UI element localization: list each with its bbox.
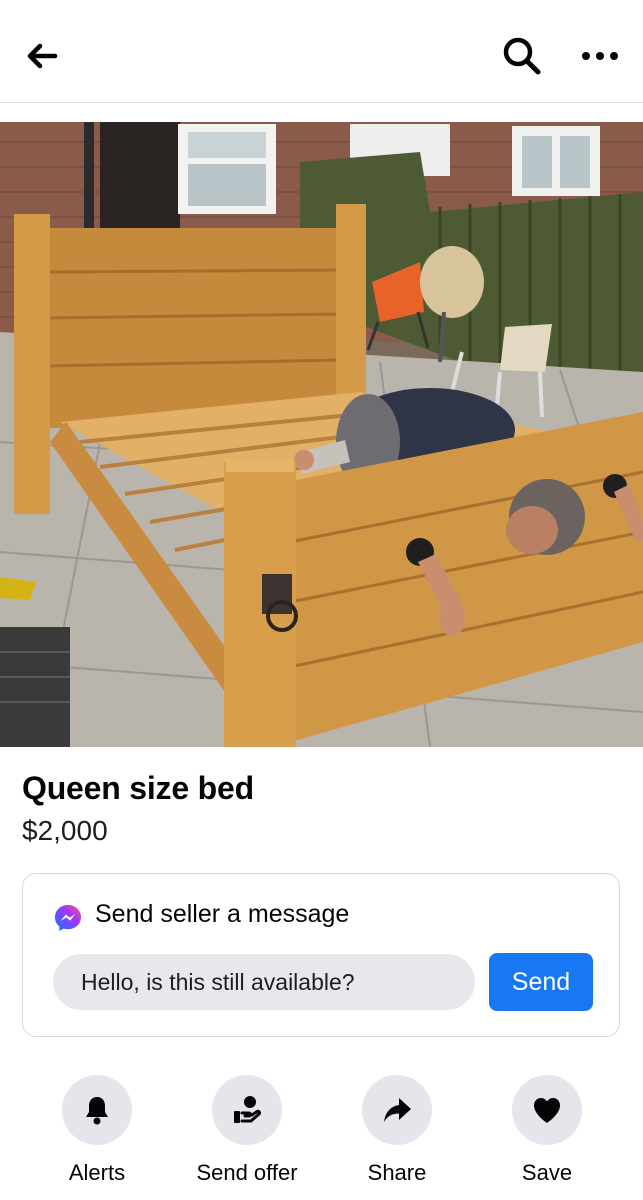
search-icon [503, 37, 541, 75]
back-button[interactable] [24, 38, 60, 74]
send-offer-circle [212, 1075, 282, 1145]
action-row: Alerts Send offer Share Save [0, 1074, 643, 1200]
listing-photo[interactable] [0, 122, 643, 747]
share-icon [384, 1098, 411, 1122]
share-circle [362, 1075, 432, 1145]
top-bar [0, 0, 643, 103]
listing-price: $2,000 [22, 815, 108, 846]
bell-icon [86, 1097, 108, 1125]
alerts-circle [62, 1075, 132, 1145]
message-seller-card: Send seller a message Send [22, 873, 620, 1037]
action-label: Alerts [68, 1160, 126, 1185]
save-circle [512, 1075, 582, 1145]
messenger-icon [55, 905, 81, 931]
alerts-button[interactable]: Alerts [22, 1074, 172, 1200]
listing-photo-illustration [0, 122, 643, 747]
arrow-left-icon [27, 43, 58, 69]
more-horizontal-icon [582, 52, 618, 60]
message-input[interactable] [53, 954, 475, 1010]
action-label: Send offer [196, 1160, 298, 1185]
search-button[interactable] [500, 34, 544, 78]
message-card-title: Send seller a message [95, 900, 350, 928]
heart-icon [534, 1098, 560, 1123]
action-label: Save [521, 1160, 573, 1185]
send-button[interactable]: Send [489, 953, 593, 1011]
more-options-button[interactable] [578, 38, 622, 74]
offer-icon [234, 1096, 262, 1123]
send-offer-button[interactable]: Send offer [172, 1074, 322, 1200]
save-button[interactable]: Save [472, 1074, 622, 1200]
share-button[interactable]: Share [322, 1074, 472, 1200]
listing-title: Queen size bed [22, 770, 254, 806]
action-label: Share [367, 1160, 427, 1185]
